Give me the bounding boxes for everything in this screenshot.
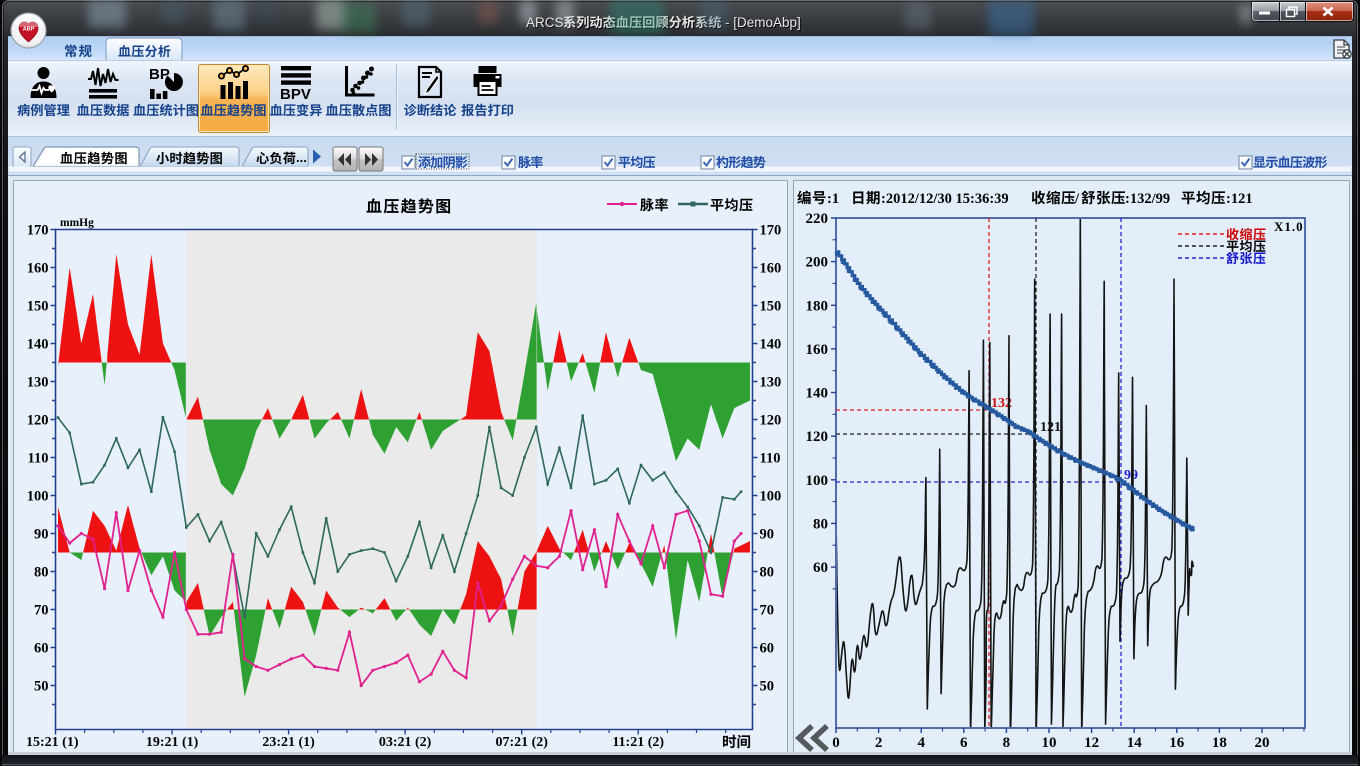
svg-text:80: 80 [760, 565, 775, 581]
svg-text:70: 70 [34, 603, 49, 619]
svg-text:80: 80 [34, 565, 49, 581]
svg-text:180: 180 [806, 298, 829, 314]
svg-text:15:21 (1): 15:21 (1) [26, 735, 79, 750]
svg-text:200: 200 [806, 255, 829, 271]
svg-text:140: 140 [27, 337, 49, 353]
svg-text:130: 130 [760, 375, 782, 391]
svg-text:120: 120 [27, 413, 49, 429]
svg-text:0: 0 [832, 735, 840, 751]
svg-text:X1.0: X1.0 [1274, 219, 1304, 234]
svg-text:90: 90 [34, 527, 49, 543]
svg-text:90: 90 [760, 527, 775, 543]
svg-text:60: 60 [813, 560, 828, 576]
svg-text:10: 10 [1042, 735, 1057, 751]
svg-text:60: 60 [34, 641, 49, 657]
svg-text:120: 120 [760, 413, 782, 429]
svg-text:140: 140 [806, 386, 829, 402]
svg-text:6: 6 [960, 735, 968, 751]
svg-text:160: 160 [760, 261, 782, 277]
svg-text:110: 110 [760, 451, 781, 467]
svg-text:60: 60 [760, 641, 775, 657]
svg-text:50: 50 [760, 679, 775, 695]
svg-text:100: 100 [27, 489, 49, 505]
svg-text:120: 120 [806, 429, 829, 445]
svg-text:170: 170 [27, 223, 49, 239]
svg-text:BPV: BPV [280, 86, 311, 103]
svg-text:19:21 (1): 19:21 (1) [146, 735, 199, 750]
svg-text:160: 160 [27, 261, 49, 277]
svg-text:150: 150 [760, 299, 782, 315]
svg-text:160: 160 [806, 342, 829, 358]
svg-text:12: 12 [1084, 735, 1099, 751]
svg-text:50: 50 [34, 679, 49, 695]
svg-text:mmHg: mmHg [60, 217, 94, 229]
svg-text:23:21 (1): 23:21 (1) [262, 735, 315, 750]
svg-text:11:21 (2): 11:21 (2) [612, 735, 664, 750]
svg-text:16: 16 [1169, 735, 1185, 751]
svg-text::132/99: :132/99 [1125, 191, 1170, 207]
svg-text::121: :121 [1226, 191, 1253, 207]
svg-text:140: 140 [760, 337, 782, 353]
svg-text:70: 70 [760, 603, 775, 619]
svg-text:8: 8 [1003, 735, 1011, 751]
svg-text:2: 2 [875, 735, 883, 751]
svg-text:170: 170 [760, 223, 782, 239]
svg-text:20: 20 [1255, 735, 1270, 751]
svg-text:100: 100 [806, 473, 829, 489]
svg-text:18: 18 [1212, 735, 1227, 751]
svg-text:150: 150 [27, 299, 49, 315]
svg-text:110: 110 [28, 451, 49, 467]
svg-text:130: 130 [27, 375, 49, 391]
svg-text::2012/12/30 15:36:39: :2012/12/30 15:36:39 [881, 191, 1009, 207]
svg-text:100: 100 [760, 489, 782, 505]
svg-text:03:21 (2): 03:21 (2) [379, 735, 432, 750]
svg-text:/: / [1074, 191, 1080, 207]
svg-text:14: 14 [1127, 735, 1143, 751]
svg-text:220: 220 [806, 211, 829, 227]
svg-text::1: :1 [827, 191, 839, 207]
svg-text:...: ... [296, 150, 307, 165]
svg-text:07:21 (2): 07:21 (2) [495, 735, 548, 750]
svg-text:4: 4 [917, 735, 925, 751]
svg-text:80: 80 [813, 516, 828, 532]
